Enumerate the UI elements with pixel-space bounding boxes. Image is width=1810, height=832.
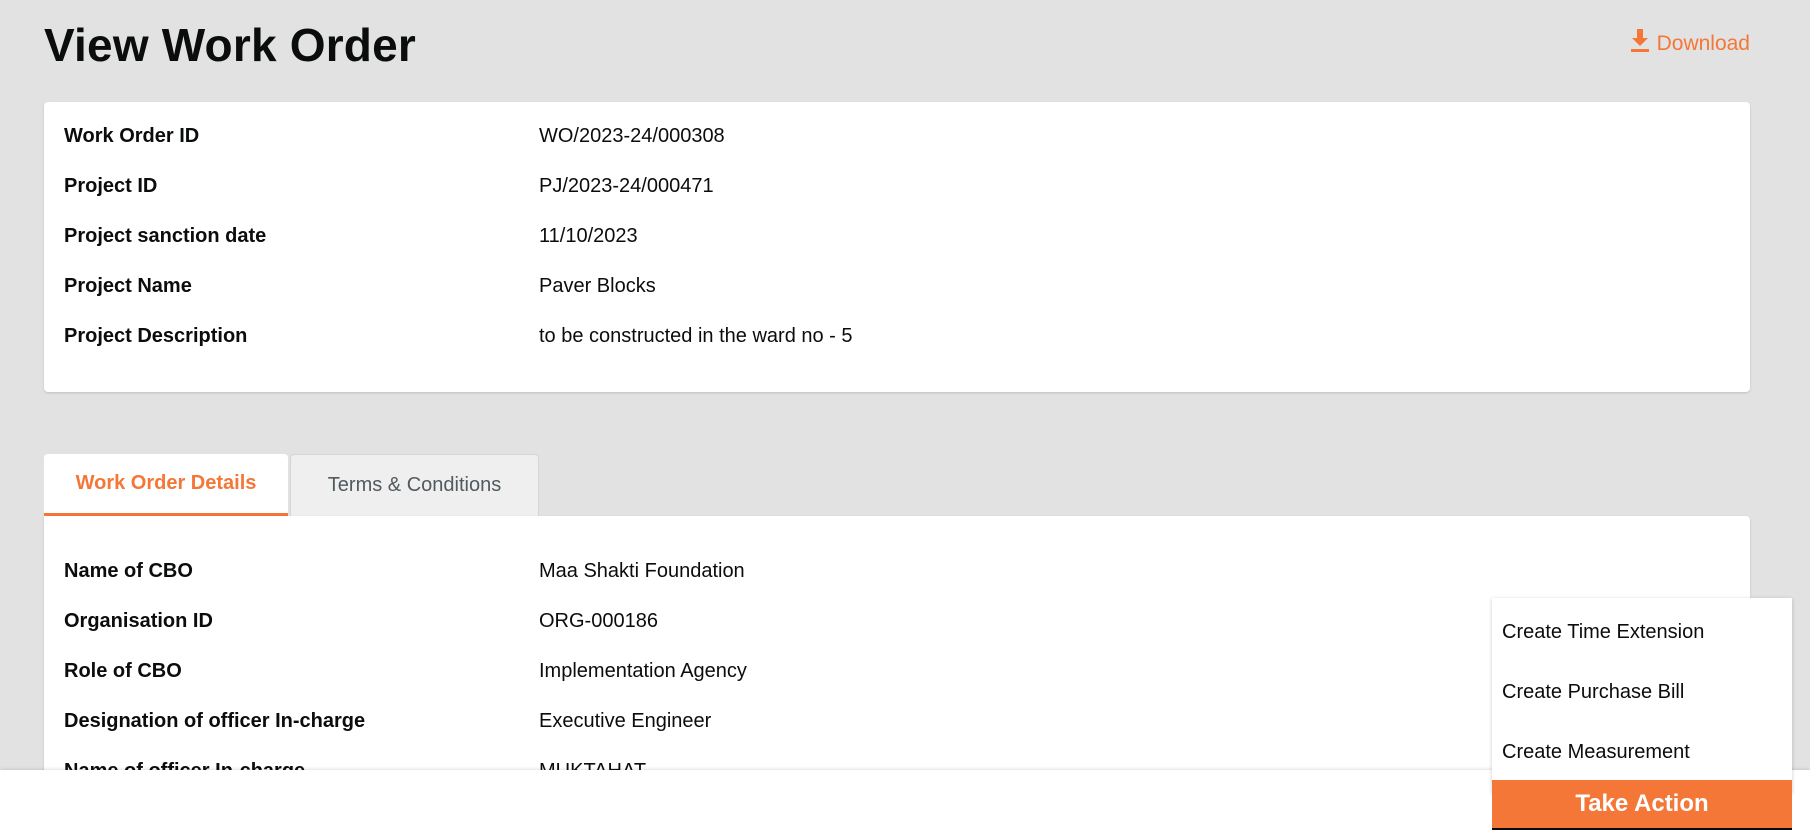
officer-designation-value: Executive Engineer [539,710,712,732]
tab-terms-and-conditions[interactable]: Terms & Conditions [290,454,539,516]
work-order-id-value: WO/2023-24/000308 [539,125,725,147]
summary-row-work-order-id: Work Order ID WO/2023-24/000308 [44,125,1750,175]
work-order-id-label: Work Order ID [64,125,200,147]
sanction-date-value: 11/10/2023 [539,225,638,247]
view-work-order-page: View Work Order Download Work Order ID W… [0,0,1810,832]
menu-item-create-time-extension[interactable]: Create Time Extension [1492,613,1792,673]
download-icon [1629,28,1651,60]
take-action-button[interactable]: Take Action [1492,780,1792,830]
project-id-value: PJ/2023-24/000471 [539,175,714,197]
project-name-label: Project Name [64,275,192,297]
cbo-name-value: Maa Shakti Foundation [539,560,745,582]
cbo-role-value: Implementation Agency [539,660,747,682]
work-order-tabs: Work Order Details Terms & Conditions [44,454,539,516]
download-label: Download [1656,32,1750,55]
cbo-role-label: Role of CBO [64,660,182,682]
sanction-date-label: Project sanction date [64,225,267,247]
summary-row-project-description: Project Description to be constructed in… [44,325,1750,375]
take-action-menu: Create Time Extension Create Purchase Bi… [1492,598,1792,793]
summary-row-sanction-date: Project sanction date 11/10/2023 [44,225,1750,275]
tab-work-order-details[interactable]: Work Order Details [44,454,288,516]
organisation-id-value: ORG-000186 [539,610,658,632]
menu-item-create-purchase-bill[interactable]: Create Purchase Bill [1492,673,1792,733]
project-name-value: Paver Blocks [539,275,656,297]
officer-designation-label: Designation of officer In-charge [64,710,366,732]
project-description-label: Project Description [64,325,248,347]
cbo-name-label: Name of CBO [64,560,193,582]
work-order-summary-card: Work Order ID WO/2023-24/000308 Project … [44,102,1750,392]
project-id-label: Project ID [64,175,158,197]
organisation-id-label: Organisation ID [64,610,213,632]
download-button[interactable]: Download [1629,28,1750,60]
project-description-value: to be constructed in the ward no - 5 [539,325,853,347]
summary-row-project-id: Project ID PJ/2023-24/000471 [44,175,1750,225]
summary-row-project-name: Project Name Paver Blocks [44,275,1750,325]
page-title: View Work Order [44,19,416,71]
